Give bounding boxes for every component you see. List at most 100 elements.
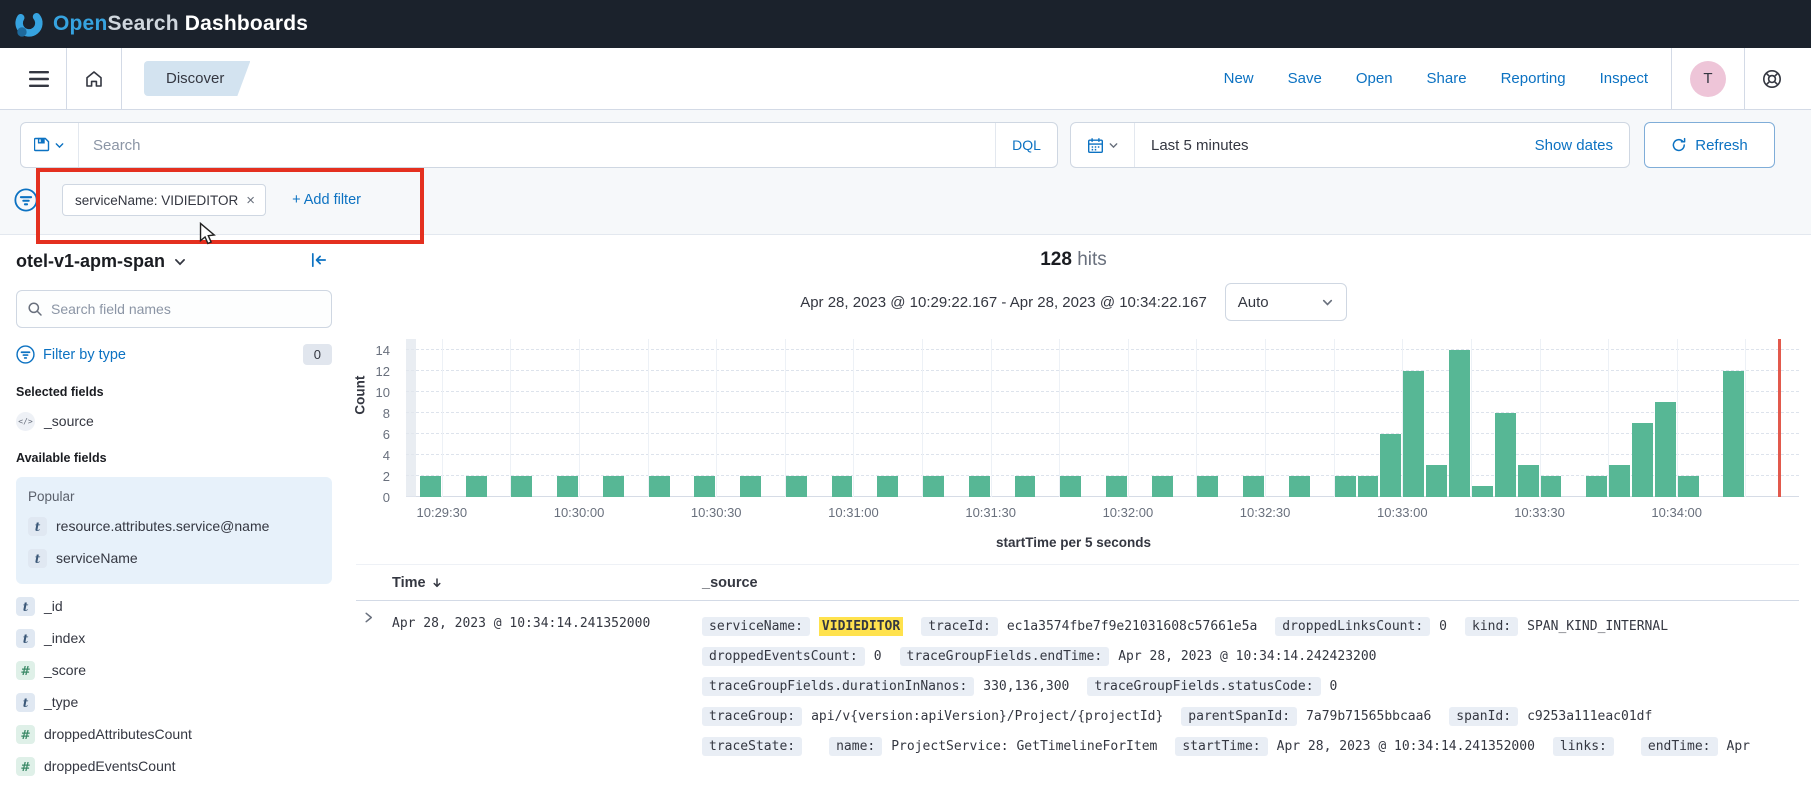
histogram-bar[interactable] xyxy=(877,476,898,497)
histogram-bar[interactable] xyxy=(1472,486,1493,497)
nav-left: Discover xyxy=(18,48,250,109)
histogram-bar[interactable] xyxy=(1106,476,1127,497)
y-gridline xyxy=(406,412,1799,413)
calendar-button[interactable] xyxy=(1071,123,1135,167)
filter-bar: serviceName: VIDIEDITOR × + Add filter xyxy=(20,180,1791,220)
nav-link-share[interactable]: Share xyxy=(1427,70,1467,87)
histogram-bar[interactable] xyxy=(1015,476,1036,497)
saved-query-button[interactable] xyxy=(21,123,79,167)
field-item[interactable]: #_score xyxy=(16,661,332,680)
avatar[interactable]: T xyxy=(1690,61,1726,97)
histogram-bar[interactable] xyxy=(649,476,670,497)
table-header: Time _source xyxy=(356,565,1799,601)
histogram-bar[interactable] xyxy=(1358,476,1379,497)
refresh-icon xyxy=(1671,137,1687,153)
histogram-bar[interactable] xyxy=(786,476,807,497)
histogram-bar[interactable] xyxy=(1289,476,1310,497)
histogram-bar[interactable] xyxy=(466,476,487,497)
field-item[interactable]: tserviceName xyxy=(28,549,320,568)
x-gridline xyxy=(1059,339,1060,497)
histogram-bar[interactable] xyxy=(1632,423,1653,497)
histogram-bar[interactable] xyxy=(1723,371,1744,497)
histogram-bar[interactable] xyxy=(1403,371,1424,497)
histogram-bar[interactable] xyxy=(1449,350,1470,497)
field-item[interactable]: t_type xyxy=(16,693,332,712)
field-item[interactable]: t_id xyxy=(16,597,332,616)
field-value: 330,136,300 xyxy=(983,679,1069,694)
interval-select[interactable]: Auto xyxy=(1225,283,1347,321)
histogram-bar[interactable] xyxy=(603,476,624,497)
histogram-bar[interactable] xyxy=(1152,476,1173,497)
nav-link-reporting[interactable]: Reporting xyxy=(1501,70,1566,87)
time-range-value[interactable]: Last 5 minutes xyxy=(1135,137,1519,154)
query-language-button[interactable]: DQL xyxy=(995,123,1057,167)
histogram-bar[interactable] xyxy=(694,476,715,497)
histogram-bar[interactable] xyxy=(1586,476,1607,497)
search-input[interactable] xyxy=(79,137,995,154)
field-item[interactable]: #droppedAttributesCount xyxy=(16,725,332,744)
home-button[interactable] xyxy=(73,48,115,109)
chevron-down-icon xyxy=(173,255,187,269)
time-column-header[interactable]: Time xyxy=(392,575,702,591)
nav-link-save[interactable]: Save xyxy=(1288,70,1322,87)
field-label-badge: traceGroupFields.durationInNanos: xyxy=(702,677,974,696)
y-gridline xyxy=(406,391,1799,392)
field-item[interactable]: tresource.attributes.service@name xyxy=(28,517,320,536)
histogram-bar[interactable] xyxy=(923,476,944,497)
filter-by-type[interactable]: Filter by type 0 xyxy=(16,344,332,365)
chevron-down-icon xyxy=(54,140,65,151)
refresh-button[interactable]: Refresh xyxy=(1644,122,1775,168)
x-gridline xyxy=(922,339,923,497)
histogram-bar[interactable] xyxy=(1655,402,1676,497)
menu-button[interactable] xyxy=(18,48,60,109)
help-button[interactable] xyxy=(1751,48,1793,109)
text-field-icon: t xyxy=(16,629,35,648)
field-value: c9253a111eac01df xyxy=(1527,709,1652,724)
histogram-bar[interactable] xyxy=(1541,476,1562,497)
opensearch-logo[interactable]: OpenSearchDashboards xyxy=(14,9,308,39)
chevron-down-icon xyxy=(1108,140,1119,151)
histogram-bar[interactable] xyxy=(1609,465,1630,497)
selected-fields-heading: Selected fields xyxy=(16,385,332,399)
breadcrumb-discover[interactable]: Discover xyxy=(144,61,250,96)
histogram-bar[interactable] xyxy=(1495,413,1516,497)
nav-link-inspect[interactable]: Inspect xyxy=(1600,70,1648,87)
histogram-bar[interactable] xyxy=(420,476,441,497)
collapse-sidebar-button[interactable] xyxy=(310,251,328,274)
nav-link-new[interactable]: New xyxy=(1224,70,1254,87)
field-name: _index xyxy=(44,629,85,648)
histogram-bar[interactable] xyxy=(1243,476,1264,497)
histogram-bar[interactable] xyxy=(1426,465,1447,497)
histogram-bar[interactable] xyxy=(969,476,990,497)
field-item[interactable]: #droppedEventsCount xyxy=(16,757,332,776)
nav-link-open[interactable]: Open xyxy=(1356,70,1393,87)
histogram-bar[interactable] xyxy=(832,476,853,497)
index-pattern-selector[interactable]: otel-v1-apm-span xyxy=(16,251,332,272)
x-gridline xyxy=(785,339,786,497)
x-gridline xyxy=(1471,339,1472,497)
field-search-input[interactable] xyxy=(51,301,321,317)
field-value: SPAN_KIND_INTERNAL xyxy=(1527,619,1668,634)
filter-circle-icon[interactable] xyxy=(14,188,38,212)
histogram-bar[interactable] xyxy=(740,476,761,497)
histogram-bar[interactable] xyxy=(1678,476,1699,497)
remove-filter-icon[interactable]: × xyxy=(246,192,255,209)
histogram-bar[interactable] xyxy=(1335,476,1356,497)
histogram-bar[interactable] xyxy=(1380,434,1401,497)
filter-pill-servicename[interactable]: serviceName: VIDIEDITOR × xyxy=(62,184,266,216)
search-control: DQL xyxy=(20,122,1058,168)
add-filter-link[interactable]: + Add filter xyxy=(292,192,361,208)
histogram-bar[interactable] xyxy=(1060,476,1081,497)
field-label-badge: spanId: xyxy=(1449,707,1518,726)
histogram-bar[interactable] xyxy=(1518,465,1539,497)
histogram-bar[interactable] xyxy=(1197,476,1218,497)
expand-row-button[interactable] xyxy=(356,606,375,628)
histogram-chart[interactable]: Count 02468101214 xyxy=(406,339,1799,497)
field-item[interactable]: </>_source xyxy=(16,412,332,431)
field-item[interactable]: t _index xyxy=(16,629,332,648)
histogram-bar[interactable] xyxy=(557,476,578,497)
show-dates-link[interactable]: Show dates xyxy=(1519,137,1629,154)
plot-area[interactable] xyxy=(406,339,1799,497)
table-rows: Apr 28, 2023 @ 10:34:14.241352000service… xyxy=(356,601,1799,761)
histogram-bar[interactable] xyxy=(511,476,532,497)
